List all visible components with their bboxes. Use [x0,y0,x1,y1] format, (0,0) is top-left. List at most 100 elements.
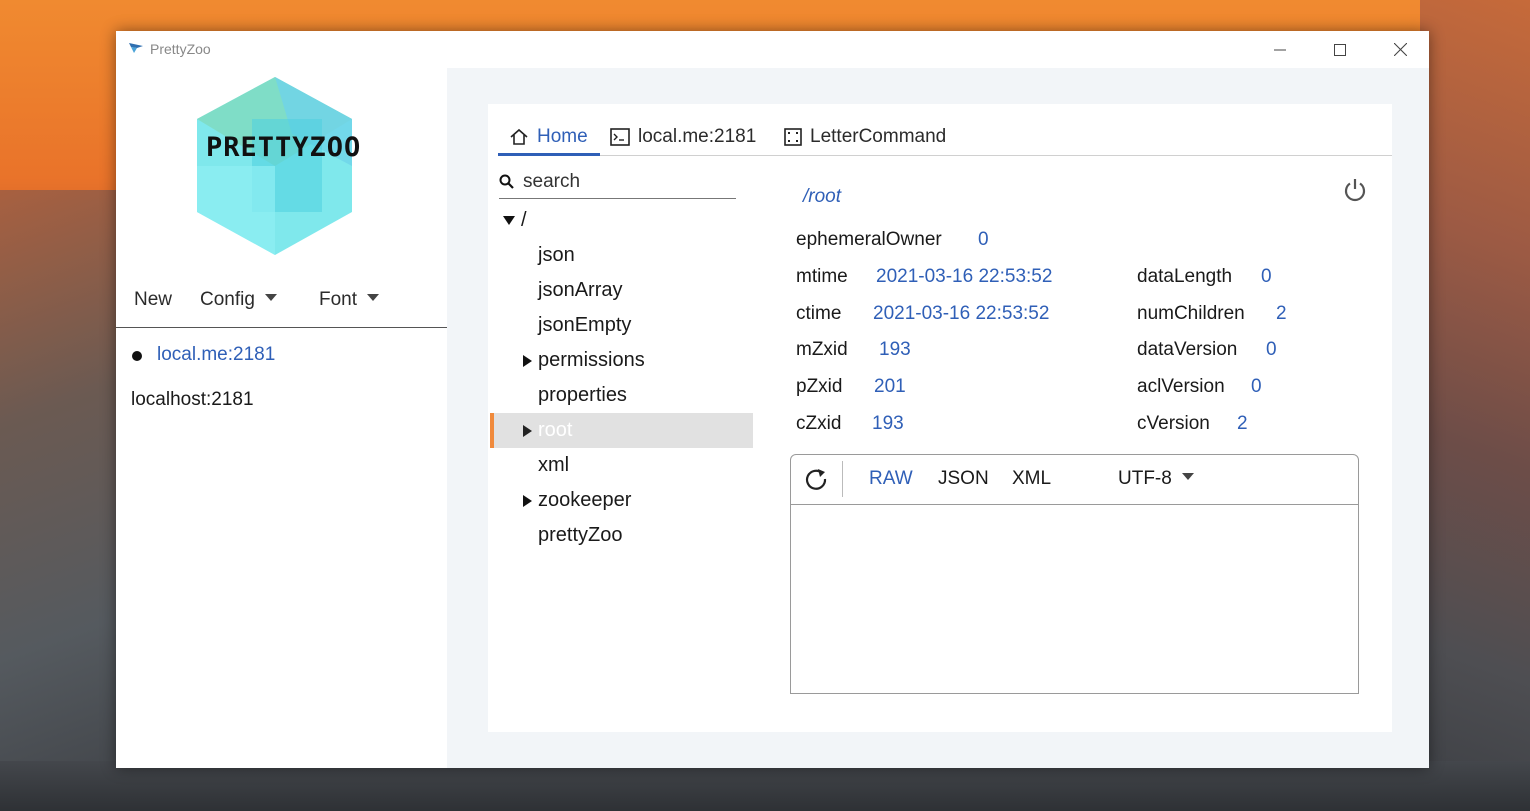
node-tree: / json jsonArray jsonEmpty permissions p… [490,203,753,553]
active-tab-indicator [498,153,600,156]
field-data-length-value[interactable]: 0 [1261,266,1272,288]
tab-letter-command[interactable]: LetterCommand [784,120,946,154]
refresh-icon[interactable] [803,466,831,494]
field-c-version-value[interactable]: 2 [1237,413,1248,435]
tree-node-label: permissions [538,349,645,371]
field-data-version-value[interactable]: 0 [1266,339,1277,361]
power-icon[interactable] [1341,176,1369,204]
tree-node-jsonempty[interactable]: jsonEmpty [490,308,753,343]
field-mtime-label: mtime [796,266,848,287]
data-viewer: RAW JSON XML UTF-8 [790,454,1359,694]
toolbar-separator [842,461,843,497]
maximize-icon [1334,43,1346,56]
tree-node-label: prettyZoo [538,524,623,546]
data-content-area[interactable] [791,505,1358,693]
tree-node-label: / [521,209,527,231]
field-ephemeral-owner-value[interactable]: 0 [978,229,989,251]
desktop-mountain-right [1420,0,1530,811]
config-menu-button[interactable]: Config [200,285,277,315]
tree-node-jsonarray[interactable]: jsonArray [490,273,753,308]
new-menu-button[interactable]: New [134,285,172,315]
font-menu-button[interactable]: Font [319,285,380,315]
close-icon [1393,43,1407,56]
main-area: Home local.me:2181 LetterCommand search … [447,68,1429,768]
connected-dot-icon [132,351,142,361]
format-raw-button[interactable]: RAW [869,468,913,490]
tree-node-prettyzoo[interactable]: prettyZoo [490,518,753,553]
tree-node-json[interactable]: json [490,238,753,273]
field-acl-version-label: aclVersion [1137,376,1225,397]
tree-node-label: jsonArray [538,279,623,301]
menu-divider [116,327,447,328]
font-menu-label: Font [319,289,358,310]
field-czxid-label: cZxid [796,413,842,434]
minimize-button[interactable] [1251,31,1309,68]
field-num-children-value[interactable]: 2 [1276,303,1287,325]
tree-node-label: xml [538,454,570,476]
expand-arrow-icon[interactable] [523,425,532,437]
tree-node-xml[interactable]: xml [490,448,753,483]
tree-node-properties[interactable]: properties [490,378,753,413]
content-panel: Home local.me:2181 LetterCommand search … [488,104,1392,732]
search-input[interactable] [521,170,725,194]
expand-arrow-icon[interactable] [523,355,532,367]
terminal-icon [610,128,630,146]
format-json-button[interactable]: JSON [938,468,989,490]
tree-node-label: jsonEmpty [538,314,632,336]
field-ctime-value[interactable]: 2021-03-16 22:53:52 [873,303,1049,325]
node-path: /root [803,186,842,207]
tab-bar: Home local.me:2181 LetterCommand [488,104,1392,156]
expand-arrow-icon[interactable] [523,495,532,507]
tree-node-root[interactable]: root [490,413,753,448]
sidebar: PRETTYZOO New Config Font local.me:2181 … [116,68,447,768]
config-menu-label: Config [200,289,255,310]
close-button[interactable] [1371,31,1429,68]
field-mtime-value[interactable]: 2021-03-16 22:53:52 [876,266,1052,288]
format-xml-button[interactable]: XML [1012,468,1051,490]
field-ephemeral-owner-label: ephemeralOwner [796,229,942,250]
tab-local-me[interactable]: local.me:2181 [610,120,756,154]
title-bar[interactable]: PrettyZoo [116,31,1429,68]
tree-node-label: json [538,244,575,266]
tree-node-label: properties [538,384,627,406]
tab-label: LetterCommand [810,126,947,147]
field-mzxid-value[interactable]: 193 [879,339,911,361]
home-icon [509,127,529,147]
server-label: local.me:2181 [157,344,276,365]
tree-root-node[interactable]: / [490,203,753,238]
caret-down-icon [367,294,380,302]
maximize-button[interactable] [1311,31,1369,68]
search-icon [499,174,514,189]
tab-label: Home [537,126,588,147]
field-c-version-label: cVersion [1137,413,1210,434]
collapse-arrow-icon[interactable] [503,216,515,225]
field-data-version-label: dataVersion [1137,339,1238,360]
desktop-ground [0,761,1530,811]
sidebar-menu: New Config Font [116,285,447,327]
tree-node-label: root [538,419,573,441]
field-pzxid-label: pZxid [796,376,843,397]
new-menu-label: New [134,289,173,310]
server-item-local-me[interactable]: local.me:2181 [116,338,447,372]
app-logo-icon [129,43,143,53]
server-item-localhost[interactable]: localhost:2181 [116,383,447,417]
tree-node-permissions[interactable]: permissions [490,343,753,378]
tab-label: local.me:2181 [638,126,757,147]
encoding-value: UTF-8 [1118,468,1172,489]
search-box [499,166,736,199]
field-num-children-label: numChildren [1137,303,1245,324]
tree-node-zookeeper[interactable]: zookeeper [490,483,753,518]
encoding-select[interactable]: UTF-8 [1118,468,1194,490]
caret-down-icon [1181,473,1194,481]
field-data-length-label: dataLength [1137,266,1233,287]
field-pzxid-value[interactable]: 201 [874,376,906,398]
grid-icon [784,128,802,146]
field-mzxid-label: mZxid [796,339,848,360]
field-czxid-value[interactable]: 193 [872,413,904,435]
app-window: PrettyZoo PRETTYZOO New Config Font loca… [116,31,1429,768]
data-viewer-toolbar: RAW JSON XML UTF-8 [791,455,1358,505]
tab-home[interactable]: Home [509,120,588,154]
prettyzoo-logo: PRETTYZOO [197,77,361,255]
field-acl-version-value[interactable]: 0 [1251,376,1262,398]
logo-text: PRETTYZOO [206,132,361,163]
